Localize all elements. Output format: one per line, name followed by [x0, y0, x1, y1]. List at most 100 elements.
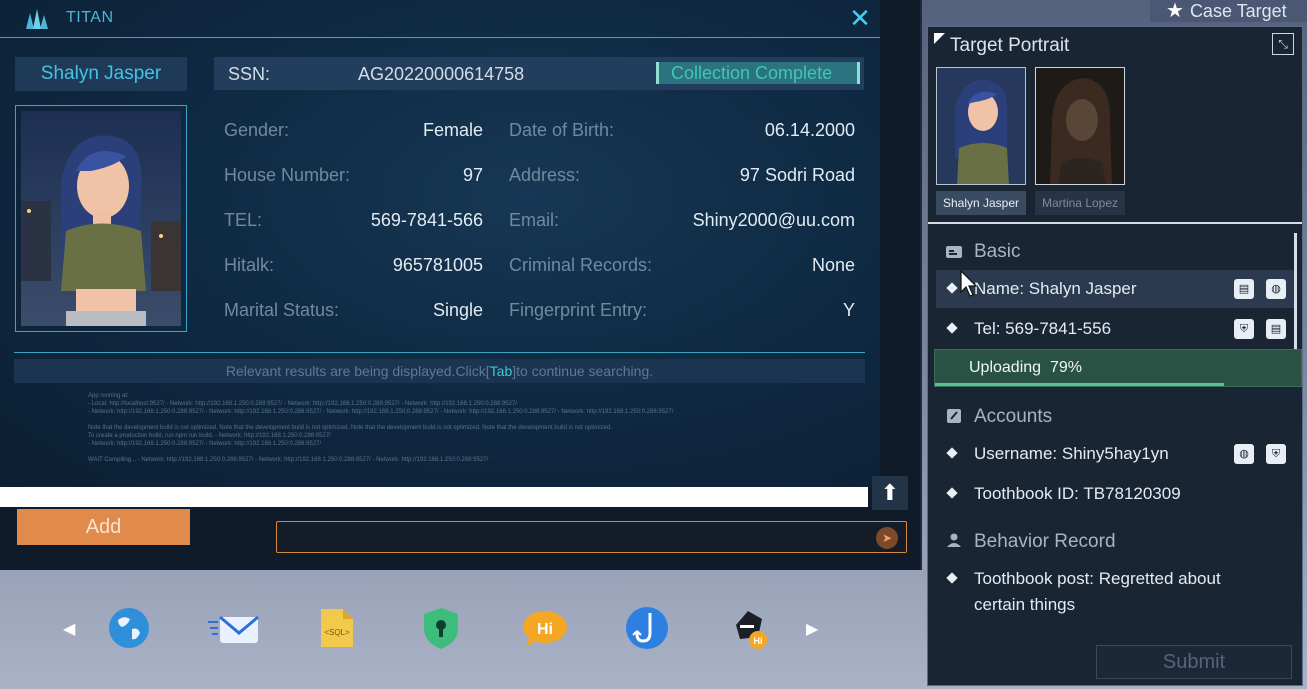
- result-hint-text-post: ]to continue searching.: [512, 363, 654, 379]
- collapse-icon[interactable]: ⤡: [1272, 33, 1294, 55]
- shield-icon[interactable]: ⛨: [1266, 444, 1286, 464]
- shield-lock-icon[interactable]: [418, 605, 464, 651]
- accounts-item-toothbook[interactable]: Toothbook ID: TB78120309: [936, 475, 1294, 513]
- panel-scrollbar[interactable]: [1294, 233, 1297, 353]
- hacker-hi-icon[interactable]: Hi: [728, 605, 774, 651]
- fishhook-icon[interactable]: [624, 605, 670, 651]
- portrait-image: [21, 111, 181, 326]
- fingerprint-label: Fingerprint Entry:: [509, 300, 648, 320]
- basic-item-tel[interactable]: Tel: 569-7841-556 ⛨ ▤: [936, 310, 1294, 348]
- console-line: Note that the development build is not o…: [88, 425, 612, 431]
- console-line: - Local: http://localhost:9527/ - Networ…: [88, 401, 517, 407]
- bullet-icon: [946, 282, 958, 294]
- criminal-records-value: None: [811, 255, 855, 275]
- hi-chat-icon[interactable]: Hi: [520, 605, 570, 651]
- case-target-tab[interactable]: ★ Case Target: [1150, 0, 1307, 22]
- bullet-icon: [946, 572, 958, 584]
- console-line: To create a production build, run npm ru…: [88, 433, 331, 439]
- globe-icon[interactable]: ◍: [1234, 444, 1254, 464]
- hitalk-value: 965781005: [392, 255, 483, 275]
- tab-key-hint: Tab: [489, 363, 513, 379]
- basic-section-title: Basic: [974, 241, 1021, 262]
- upload-text: Uploading 79%: [969, 359, 1082, 377]
- document-icon[interactable]: ▤: [1234, 279, 1254, 299]
- horizontal-scrollbar[interactable]: [0, 487, 868, 507]
- hi-icon-text: Hi: [537, 621, 553, 638]
- notebook-icon: [947, 409, 961, 423]
- behavior-item-post[interactable]: Toothbook post: Regretted about certain …: [936, 560, 1294, 620]
- hitalk-label: Hitalk:: [224, 255, 275, 275]
- send-icon[interactable]: ➤: [876, 527, 898, 549]
- person-name: Shalyn Jasper: [15, 57, 187, 91]
- corner-marker: [934, 33, 945, 44]
- star-icon: ★: [1166, 0, 1184, 22]
- target-thumb-shalyn[interactable]: [936, 67, 1026, 185]
- basic-item-tel-text: Tel: 569-7841-556: [974, 319, 1112, 338]
- titan-content: TITAN ✕ Shalyn Jasper SSN: AG20220000614…: [0, 0, 880, 487]
- console-line: - Network: http://192.168.1.250:0.288:95…: [88, 409, 674, 415]
- submit-button[interactable]: Submit: [1096, 645, 1292, 679]
- dob-label: Date of Birth:: [509, 120, 615, 140]
- ssn-value: AG20220000614758: [358, 64, 525, 84]
- person-portrait: [15, 105, 187, 332]
- target-thumb-martina[interactable]: [1035, 67, 1125, 185]
- case-target-panel: Target Portrait ⤡ Shalyn Jasper Martina …: [927, 26, 1303, 686]
- uploading-percent: 79%: [1049, 359, 1082, 376]
- target-name-shalyn[interactable]: Shalyn Jasper: [936, 191, 1026, 215]
- target-portrait-image: [937, 68, 1025, 184]
- dob-value: 06.14.2000: [764, 120, 855, 140]
- house-label: House Number:: [224, 165, 351, 185]
- target-name-martina[interactable]: Martina Lopez: [1035, 191, 1125, 215]
- result-hint-text-pre: Relevant results are being displayed.Cli…: [225, 363, 490, 379]
- address-label: Address:: [509, 165, 581, 185]
- upload-status: Uploading 79%: [934, 349, 1302, 387]
- criminal-records-label: Criminal Records:: [509, 255, 653, 275]
- chat-input[interactable]: ➤: [276, 521, 907, 553]
- uploading-label: Uploading: [969, 359, 1042, 376]
- behavior-section-title: Behavior Record: [974, 531, 1116, 552]
- marital-status-value: Single: [432, 300, 483, 320]
- globe-icon[interactable]: ◍: [1266, 279, 1286, 299]
- divider: [14, 352, 865, 353]
- close-icon[interactable]: ✕: [848, 4, 872, 32]
- sql-icon-text: <SQL>: [324, 628, 350, 637]
- scroll-up-button[interactable]: ⬆: [872, 476, 908, 510]
- behavior-item-post-text: Toothbook post: Regretted about certain …: [974, 569, 1221, 614]
- browser-globe-icon[interactable]: [106, 605, 152, 651]
- accounts-section-title: Accounts: [974, 406, 1053, 427]
- bullet-icon: [946, 322, 958, 334]
- hi-badge-text: Hi: [754, 636, 763, 646]
- document-icon[interactable]: ▤: [1266, 319, 1286, 339]
- console-line: App running at:: [88, 393, 129, 399]
- sql-file-icon[interactable]: <SQL>: [313, 605, 359, 651]
- address-value: 97 Sodri Road: [739, 165, 855, 185]
- collection-status-badge: Collection Complete: [656, 62, 860, 84]
- case-target-label: Case Target: [1189, 1, 1287, 21]
- titan-header: TITAN ✕: [0, 0, 880, 38]
- gender-value: Female: [422, 120, 483, 140]
- fingerprint-value: Y: [842, 300, 855, 320]
- titan-logo-icon: [26, 9, 48, 29]
- console-line: WAIT Compiling... - Network: http://192.…: [88, 457, 489, 463]
- console-line: - Network: http://192.168.1.250:0.288:95…: [88, 441, 322, 447]
- titan-title: TITAN: [66, 9, 114, 26]
- gender-label: Gender:: [224, 120, 290, 140]
- accounts-item-username[interactable]: Username: Shiny5hay1yn ◍ ⛨: [936, 435, 1294, 473]
- marital-status-label: Marital Status:: [224, 300, 340, 320]
- search-result-hint: Relevant results are being displayed.Cli…: [14, 359, 865, 383]
- accounts-item-toothbook-text: Toothbook ID: TB78120309: [974, 484, 1181, 503]
- taskbar-right-arrow[interactable]: ▶: [806, 619, 818, 639]
- ssn-label: SSN:: [228, 64, 271, 84]
- mail-icon[interactable]: [206, 605, 262, 651]
- console-output: App running at: - Local: http://localhos…: [88, 392, 708, 464]
- divider: [928, 222, 1302, 224]
- target-portrait-image: [1036, 68, 1124, 184]
- add-button[interactable]: Add: [17, 509, 190, 545]
- titan-window: TITAN ✕ Shalyn Jasper SSN: AG20220000614…: [0, 0, 922, 570]
- taskbar-left-arrow[interactable]: ◀: [63, 619, 75, 639]
- basic-item-name[interactable]: Name: Shalyn Jasper ▤ ◍: [936, 270, 1294, 308]
- accounts-item-username-text: Username: Shiny5hay1yn: [974, 444, 1169, 463]
- shield-icon[interactable]: ⛨: [1234, 319, 1254, 339]
- email-value: Shiny2000@uu.com: [692, 210, 855, 230]
